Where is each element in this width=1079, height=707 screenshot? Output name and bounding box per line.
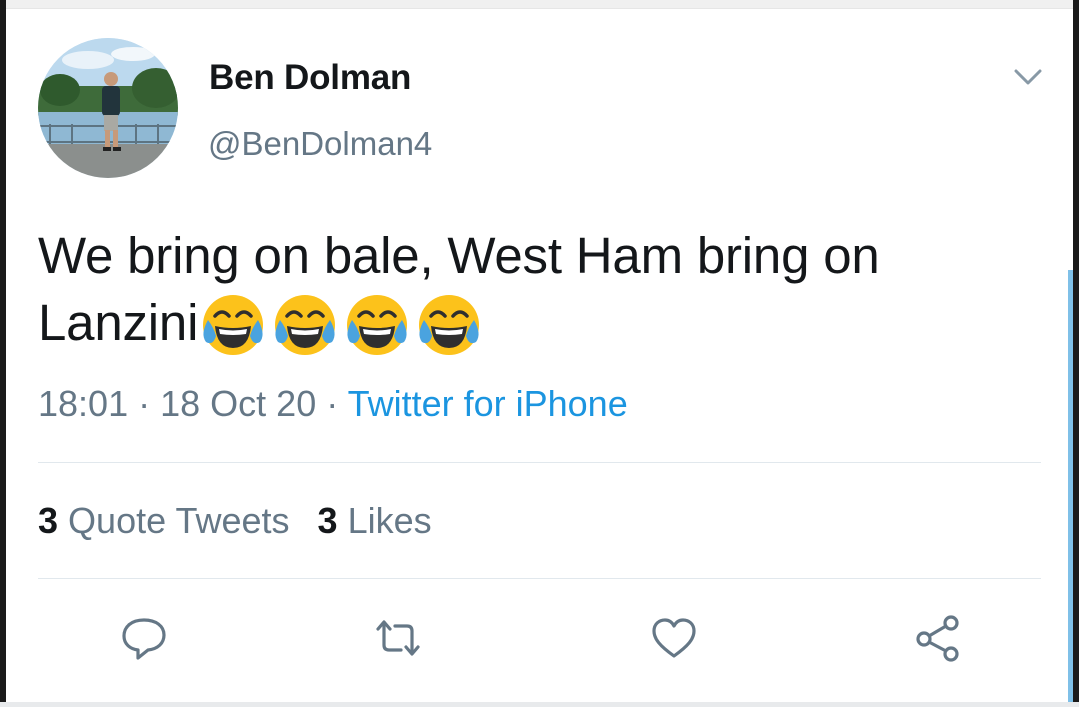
tweet-meta: 18:01 · 18 Oct 20 · Twitter for iPhone [38,383,628,425]
share-icon[interactable] [912,612,964,664]
retweet-icon[interactable] [372,612,424,664]
quote-tweets-count: 3 [38,500,59,541]
divider [38,578,1041,579]
chevron-down-icon[interactable] [1010,64,1046,90]
quote-tweets-label: Quote Tweets [68,500,290,541]
author-handle[interactable]: @BenDolman4 [208,125,432,163]
divider [38,462,1041,463]
author-name[interactable]: Ben Dolman [209,58,411,98]
author-avatar[interactable] [38,38,178,178]
tears-of-joy-emoji-icon [342,290,412,360]
tweet-text: We bring on bale, West Ham bring on Lanz… [38,222,1038,360]
tears-of-joy-emoji-icon [414,290,484,360]
window-left-border [0,0,6,707]
tweet-text-line-2: Lanzini [38,294,199,351]
likes-label: Likes [347,500,432,541]
likes-count: 3 [317,500,338,541]
tweet-stats: 3 Quote Tweets 3 Likes [38,500,460,542]
tears-of-joy-emoji-icon [270,290,340,360]
meta-separator: · [138,383,151,424]
tweet-time[interactable]: 18:01 [38,383,128,424]
likes-stat[interactable]: 3 Likes [318,500,432,541]
like-icon[interactable] [648,612,700,664]
tweet-source-link[interactable]: Twitter for iPhone [348,383,628,424]
window-bottom-border [0,702,1079,707]
quote-tweets-stat[interactable]: 3 Quote Tweets [38,500,290,541]
reply-icon[interactable] [118,612,170,664]
window-top-border [0,0,1079,9]
window-right-border [1073,0,1079,707]
scroll-indicator [1068,270,1073,707]
meta-separator: · [326,383,339,424]
tweet-date[interactable]: 18 Oct 20 [160,383,316,424]
tears-of-joy-emoji-icon [198,290,268,360]
tweet-text-line-1: We bring on bale, West Ham bring on [38,227,880,284]
